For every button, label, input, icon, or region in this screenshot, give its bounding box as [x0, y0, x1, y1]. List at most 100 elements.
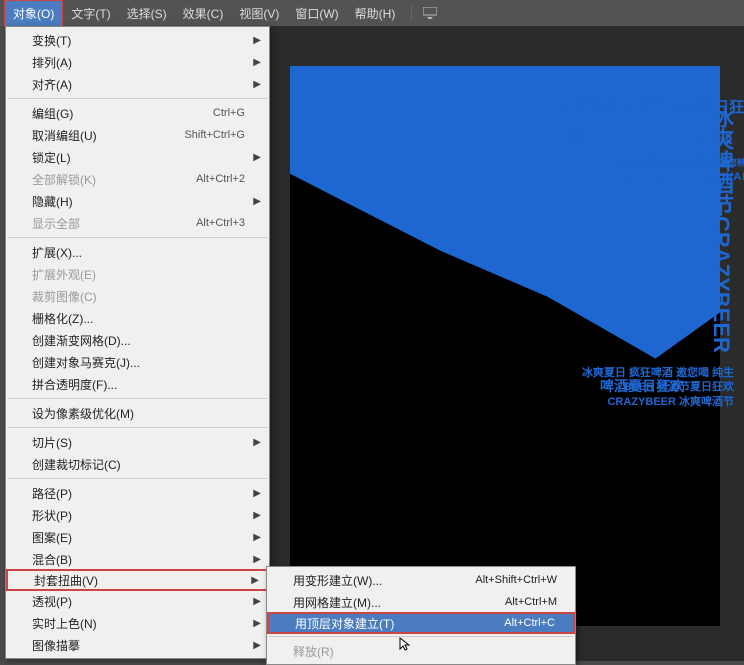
menubar: 对象(O) 文字(T) 选择(S) 效果(C) 视图(V) 窗口(W) 帮助(H… [0, 0, 744, 26]
menu-item[interactable]: 封套扭曲(V) ▶ [6, 569, 269, 591]
menu-item[interactable]: 形状(P) ▶ [6, 504, 269, 526]
menu-item[interactable]: 锁定(L) ▶ [6, 146, 269, 168]
submenu-arrow-icon: ▶ [253, 57, 261, 68]
menu-separator [8, 427, 267, 428]
menu-item[interactable]: 图案(E) ▶ [6, 526, 269, 548]
menu-item[interactable]: 创建裁切标记(C) [6, 453, 269, 475]
menu-item: 显示全部Alt+Ctrl+3 [6, 212, 269, 234]
submenu-arrow-icon: ▶ [253, 640, 261, 651]
menu-separator [8, 98, 267, 99]
submenu-item[interactable]: 用网格建立(M)...Alt+Ctrl+M [267, 591, 575, 613]
menu-select[interactable]: 选择(S) [119, 1, 175, 26]
submenu-item-shortcut: Alt+Ctrl+C [504, 617, 555, 629]
menu-item-label: 锁定(L) [32, 149, 245, 166]
menu-item-label: 路径(P) [32, 485, 245, 502]
submenu-arrow-icon: ▶ [253, 510, 261, 521]
submenu-item-label: 用顶层对象建立(T) [295, 615, 504, 632]
menu-item-label: 实时上色(N) [32, 615, 245, 632]
submenu-arrow-icon: ▶ [253, 152, 261, 163]
menu-item: 裁剪图像(C) [6, 285, 269, 307]
submenu-arrow-icon: ▶ [253, 488, 261, 499]
menu-item-label: 隐藏(H) [32, 193, 245, 210]
menu-item[interactable]: 切片(S) ▶ [6, 431, 269, 453]
submenu-arrow-icon: ▶ [251, 575, 259, 586]
menu-item-label: 图案(E) [32, 529, 245, 546]
menu-item[interactable]: 设为像素级优化(M) [6, 402, 269, 424]
submenu-arrow-icon: ▶ [253, 437, 261, 448]
menu-type[interactable]: 文字(T) [63, 1, 118, 26]
menu-item-label: 图像描摹 [32, 637, 245, 654]
menu-item-label: 拼合透明度(F)... [32, 376, 245, 393]
mouse-cursor-icon [398, 636, 414, 657]
menu-item[interactable]: 扩展(X)... [6, 241, 269, 263]
menu-item: 扩展外观(E) [6, 263, 269, 285]
menu-item-label: 全部解锁(K) [32, 171, 196, 188]
menu-item[interactable]: 创建渐变网格(D)... [6, 329, 269, 351]
menu-item[interactable]: 图像描摹 ▶ [6, 634, 269, 656]
menu-item[interactable]: 混合(B) ▶ [6, 548, 269, 570]
menu-item[interactable]: 变换(T) ▶ [6, 29, 269, 51]
menu-item[interactable]: 隐藏(H)▶ [6, 190, 269, 212]
object-menu-dropdown: 变换(T)▶排列(A)▶对齐(A)▶编组(G)Ctrl+G取消编组(U)Shif… [5, 26, 270, 659]
menu-item-shortcut: Alt+Ctrl+3 [196, 217, 245, 229]
menu-item-label: 编组(G) [32, 105, 213, 122]
submenu-item[interactable]: 用变形建立(W)...Alt+Shift+Ctrl+W [267, 569, 575, 591]
menu-item-label: 创建对象马赛克(J)... [32, 354, 245, 371]
submenu-item-label: 用变形建立(W)... [293, 572, 475, 589]
menu-item-label: 透视(P) [32, 593, 245, 610]
menu-item[interactable]: 路径(P) ▶ [6, 482, 269, 504]
menu-item-label: 排列(A) [32, 54, 245, 71]
menu-item-label: 混合(B) [32, 551, 245, 568]
menu-item-label: 变换(T) [32, 32, 245, 49]
menu-item[interactable]: 栅格化(Z)... [6, 307, 269, 329]
menu-separator [8, 398, 267, 399]
submenu-arrow-icon: ▶ [253, 596, 261, 607]
menu-item-label: 扩展(X)... [32, 244, 245, 261]
submenu-item-label: 用网格建立(M)... [293, 594, 505, 611]
menu-separator [8, 478, 267, 479]
menu-item-shortcut: Alt+Ctrl+2 [196, 173, 245, 185]
menu-item-label: 形状(P) [32, 507, 245, 524]
menu-item-label: 设为像素级优化(M) [32, 405, 245, 422]
menubar-separator [411, 5, 412, 21]
submenu-item-shortcut: Alt+Shift+Ctrl+W [475, 574, 557, 586]
menu-effect[interactable]: 效果(C) [175, 1, 232, 26]
menu-item-label: 封套扭曲(V) [34, 572, 243, 589]
menu-item-shortcut: Shift+Ctrl+G [184, 129, 245, 141]
menu-item[interactable]: 取消编组(U)Shift+Ctrl+G [6, 124, 269, 146]
menu-item-label: 创建渐变网格(D)... [32, 332, 245, 349]
menu-item[interactable]: 实时上色(N)▶ [6, 612, 269, 634]
submenu-arrow-icon: ▶ [253, 35, 261, 46]
submenu-item-shortcut: Alt+Ctrl+M [505, 596, 557, 608]
menu-help[interactable]: 帮助(H) [347, 1, 404, 26]
menu-item-label: 创建裁切标记(C) [32, 456, 245, 473]
menu-item-label: 栅格化(Z)... [32, 310, 245, 327]
menu-separator [269, 636, 573, 637]
menu-item: 全部解锁(K)Alt+Ctrl+2 [6, 168, 269, 190]
menu-item-label: 对齐(A) [32, 76, 245, 93]
menu-object[interactable]: 对象(O) [4, 0, 63, 27]
menu-item-label: 切片(S) [32, 434, 245, 451]
menu-item-label: 显示全部 [32, 215, 196, 232]
menu-item[interactable]: 排列(A) ▶ [6, 51, 269, 73]
submenu-arrow-icon: ▶ [253, 532, 261, 543]
menu-view[interactable]: 视图(V) [231, 1, 287, 26]
workspace-dropdown-icon[interactable] [420, 5, 440, 21]
menu-item[interactable]: 创建对象马赛克(J)... [6, 351, 269, 373]
canvas-beer-text: BEER [620, 121, 702, 153]
menu-item-label: 扩展外观(E) [32, 266, 245, 283]
menu-window[interactable]: 窗口(W) [287, 1, 346, 26]
canvas-side-block-text: 冰爽夏日 疯狂啤酒 邀您喝 纯生 BEER 啤酒节夏日狂欢 CRAZYBEER … [574, 366, 734, 626]
menu-separator [8, 237, 267, 238]
menu-item[interactable]: 拼合透明度(F)... [6, 373, 269, 395]
submenu-arrow-icon: ▶ [253, 79, 261, 90]
menu-item[interactable]: 透视(P) ▶ [6, 590, 269, 612]
menu-item-shortcut: Ctrl+G [213, 107, 245, 119]
menu-item-label: 取消编组(U) [32, 127, 184, 144]
submenu-arrow-icon: ▶ [253, 554, 261, 565]
menu-item[interactable]: 编组(G)Ctrl+G [6, 102, 269, 124]
canvas-crazy-text: 疯凉 [560, 126, 589, 166]
menu-item[interactable]: 对齐(A) ▶ [6, 73, 269, 95]
canvas-side-vertical-text: 冰爽啤酒节CRAZYBEER [708, 106, 734, 353]
submenu-item[interactable]: 用顶层对象建立(T)Alt+Ctrl+C [267, 612, 575, 634]
